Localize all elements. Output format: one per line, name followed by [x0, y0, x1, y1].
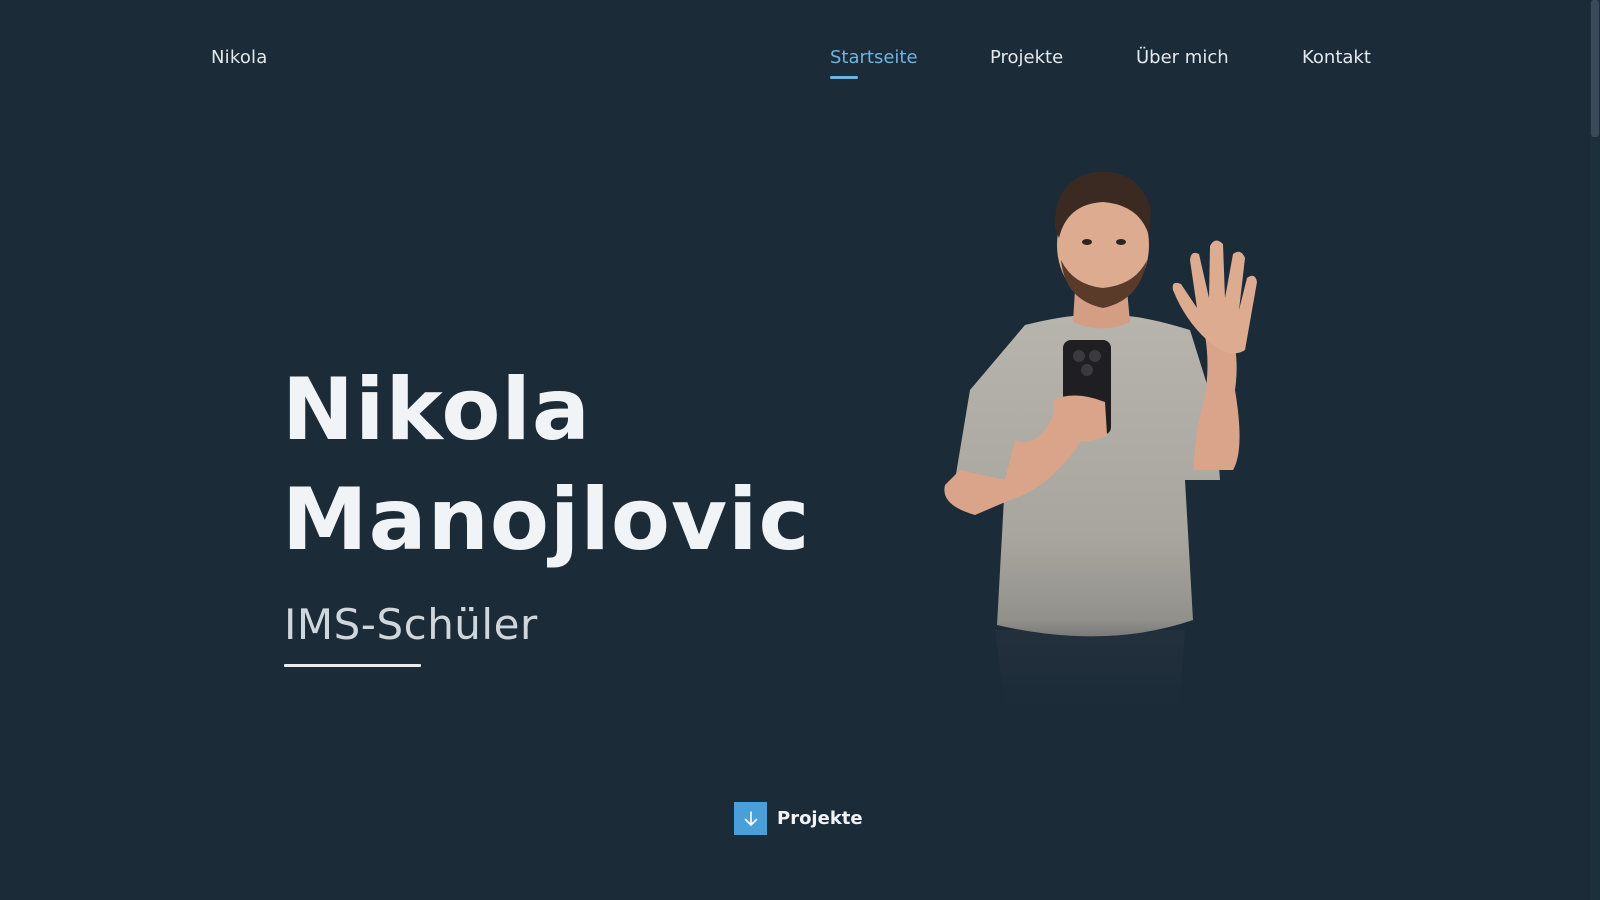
hero-name: Nikola Manojlovic	[282, 355, 810, 575]
nav-label: Startseite	[830, 47, 918, 68]
page: Nikola Startseite Projekte Über mich Kon…	[0, 0, 1600, 900]
brand-logo[interactable]: Nikola	[211, 47, 268, 68]
subtitle-underline	[284, 664, 421, 667]
nav-startseite[interactable]: Startseite	[830, 47, 918, 79]
nav-label: Über mich	[1136, 47, 1229, 68]
nav-label: Kontakt	[1302, 47, 1371, 68]
nav-kontakt[interactable]: Kontakt	[1302, 47, 1371, 68]
nav-label: Projekte	[990, 47, 1064, 68]
hero-first-name: Nikola	[282, 360, 591, 460]
arrow-down-icon	[734, 802, 767, 835]
hero-subtitle: IMS-Schüler	[284, 600, 538, 649]
nav-ueber-mich[interactable]: Über mich	[1136, 47, 1229, 68]
scroll-button-label: Projekte	[777, 808, 863, 829]
nav-projekte[interactable]: Projekte	[990, 47, 1063, 68]
scrollbar-thumb[interactable]	[1591, 0, 1599, 137]
hero-last-name: Manojlovic	[282, 470, 811, 570]
active-underline	[830, 76, 858, 79]
scrollbar[interactable]	[1590, 0, 1600, 900]
scroll-to-projects-button[interactable]: Projekte	[734, 802, 863, 835]
profile-photo	[935, 171, 1305, 710]
